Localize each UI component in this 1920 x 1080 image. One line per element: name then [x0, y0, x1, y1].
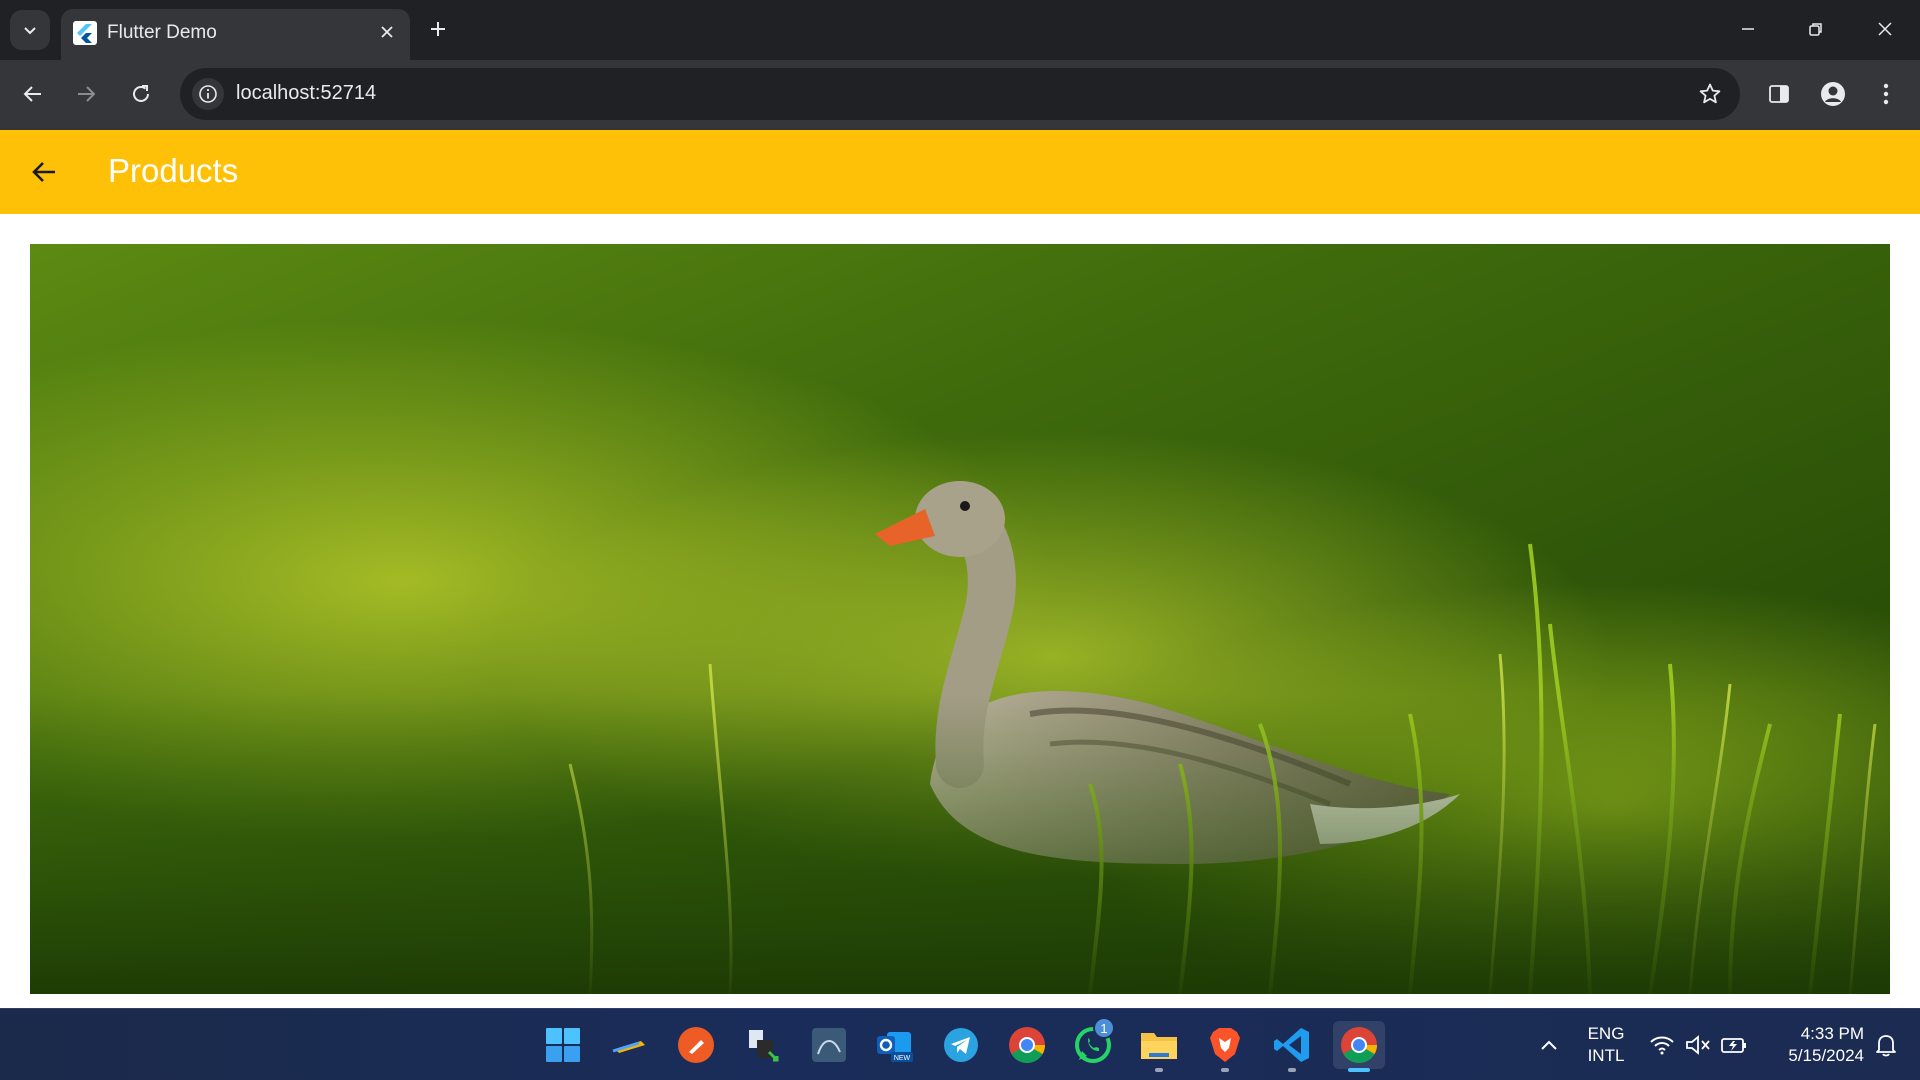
notifications-button[interactable] [1866, 1021, 1906, 1069]
brave-button[interactable] [1201, 1021, 1249, 1072]
close-icon [1878, 22, 1892, 36]
browser-menu-button[interactable] [1866, 74, 1906, 114]
tab-search-button[interactable] [10, 10, 50, 50]
svg-text:NEW: NEW [894, 1055, 911, 1062]
restore-icon [1809, 23, 1822, 36]
clock[interactable]: 4:33 PM 5/15/2024 [1764, 1023, 1864, 1067]
postman-icon [678, 1027, 714, 1063]
keyboard-layout: INTL [1587, 1046, 1625, 1065]
app-back-button[interactable] [22, 150, 66, 194]
clock-date: 5/15/2024 [1788, 1046, 1864, 1065]
mysql-workbench-button[interactable] [805, 1021, 853, 1069]
app-bar: Products [0, 130, 1920, 214]
transfer-app-button[interactable] [738, 1021, 786, 1069]
arrow-right-icon [78, 86, 96, 102]
transfer-app-icon [749, 1030, 779, 1062]
volume-button[interactable] [1680, 1021, 1716, 1069]
start-button[interactable] [539, 1021, 587, 1069]
page-title: Products [108, 152, 239, 189]
language-indicator[interactable]: ENG INTL [1578, 1023, 1634, 1067]
wifi-button[interactable] [1644, 1021, 1680, 1069]
chevron-down-icon [24, 27, 36, 35]
whatsapp-button[interactable]: 1 [1069, 1017, 1117, 1069]
telegram-button[interactable] [937, 1021, 985, 1069]
chrome-icon [1009, 1027, 1045, 1063]
browser-toolbar: localhost:52714 [0, 60, 1920, 130]
show-hidden-icons-button[interactable] [1525, 1021, 1573, 1069]
flutter-icon [73, 21, 97, 45]
plus-icon [431, 22, 445, 36]
ruler-app-icon [612, 1041, 645, 1053]
side-panel-icon [1769, 85, 1789, 103]
chevron-up-icon [1541, 1040, 1557, 1050]
side-panel-button[interactable] [1759, 74, 1799, 114]
windows-start-icon [546, 1028, 580, 1062]
telegram-icon [944, 1028, 978, 1062]
outlook-button[interactable]: NEW [871, 1021, 919, 1069]
restore-button[interactable] [1793, 8, 1839, 50]
notification-badge: 1 [1093, 1017, 1115, 1039]
more-vertical-icon [1883, 83, 1889, 105]
info-icon [199, 85, 217, 103]
outlook-new-icon: NEW [877, 1032, 913, 1062]
site-info-button[interactable] [192, 78, 224, 110]
vscode-button[interactable] [1268, 1021, 1316, 1072]
forward-button[interactable] [66, 74, 106, 114]
arrow-back-icon [32, 162, 55, 182]
ruler-app-button[interactable] [606, 1021, 654, 1069]
postman-button[interactable] [672, 1021, 720, 1069]
minimize-button[interactable] [1725, 8, 1771, 50]
url-text: localhost:52714 [236, 82, 377, 104]
close-icon [381, 26, 393, 38]
chrome-button[interactable] [1003, 1021, 1051, 1069]
taskbar: NEW 1 ENG INTL 4:33 PM 5/15/2024 [0, 1008, 1920, 1080]
vscode-icon [1274, 1028, 1309, 1062]
reload-icon [133, 85, 149, 102]
battery-button[interactable] [1716, 1021, 1752, 1069]
arrow-left-icon [23, 86, 41, 102]
wifi-icon [1650, 1036, 1674, 1055]
language-code: ENG [1587, 1024, 1625, 1043]
file-explorer-button[interactable] [1135, 1021, 1183, 1072]
close-window-button[interactable] [1862, 8, 1908, 50]
bell-icon [1876, 1035, 1896, 1057]
brave-icon [1210, 1028, 1240, 1062]
reload-button[interactable] [121, 74, 161, 114]
new-tab-button[interactable] [421, 12, 455, 46]
mysql-workbench-icon [812, 1028, 846, 1062]
address-bar[interactable]: localhost:52714 [180, 68, 1740, 120]
chrome-active-button[interactable] [1333, 1021, 1385, 1072]
clock-time: 4:33 PM [1800, 1024, 1864, 1043]
back-button[interactable] [13, 74, 53, 114]
avatar-icon [1821, 82, 1845, 106]
page-content [0, 214, 1920, 1008]
browser-tab-strip: Flutter Demo [0, 0, 1920, 60]
file-explorer-icon [1141, 1033, 1177, 1059]
bookmark-button[interactable] [1696, 80, 1724, 108]
tab-title: Flutter Demo [107, 22, 217, 43]
browser-tab[interactable]: Flutter Demo [61, 9, 410, 60]
minimize-icon [1742, 28, 1754, 30]
chrome-active-icon [1341, 1027, 1377, 1063]
battery-charging-icon [1721, 1038, 1746, 1053]
star-icon [1699, 83, 1721, 104]
product-image [30, 244, 1890, 994]
volume-muted-icon [1686, 1035, 1710, 1055]
close-tab-button[interactable] [374, 19, 400, 45]
profile-button[interactable] [1813, 74, 1853, 114]
